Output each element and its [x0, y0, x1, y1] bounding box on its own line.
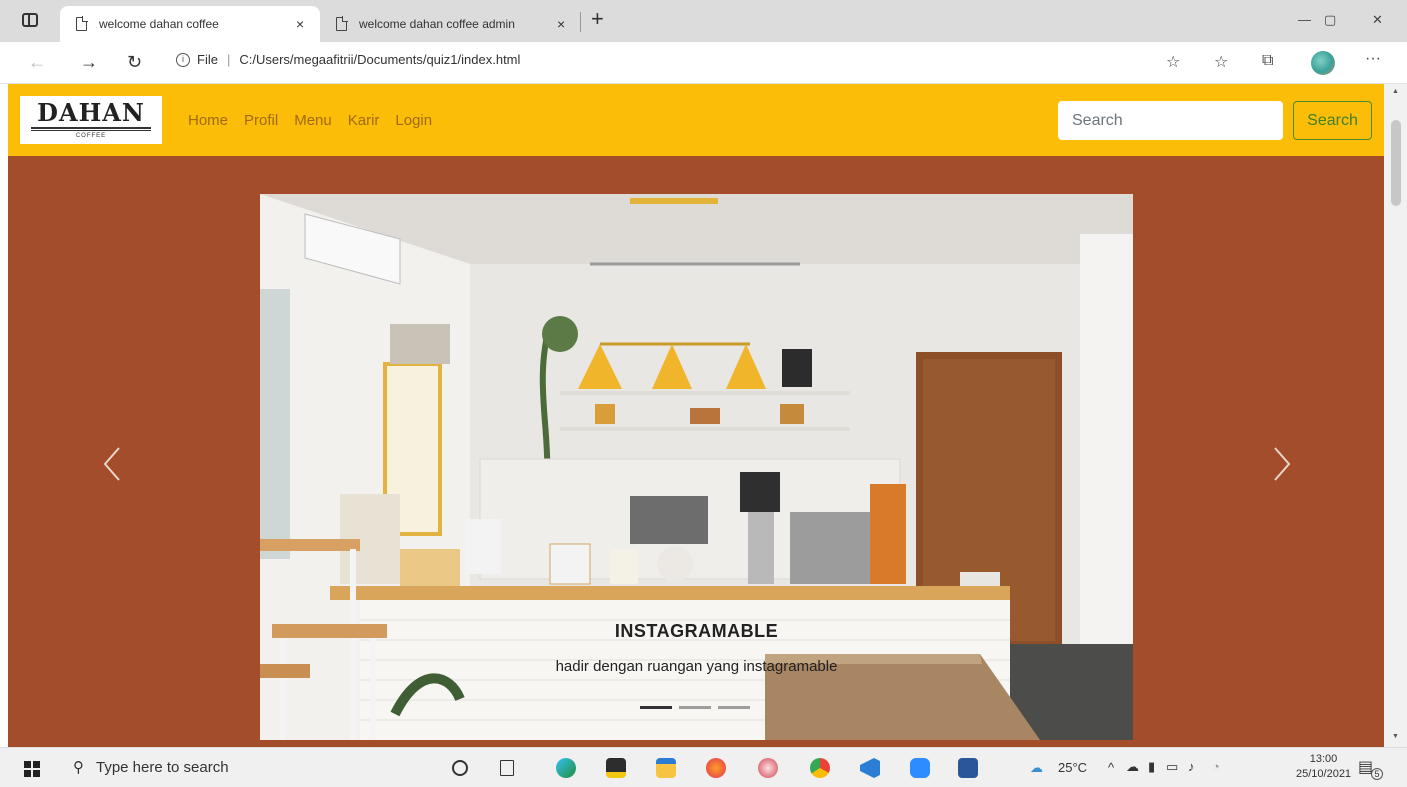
new-tab-button[interactable]: +	[591, 6, 604, 32]
task-view-icon[interactable]	[500, 760, 514, 776]
address-bar[interactable]: i File | C:/Users/megaafitrii/Documents/…	[176, 52, 520, 67]
tab-welcome-dahan-coffee[interactable]: welcome dahan coffee ×	[60, 6, 320, 42]
taskbar-clock[interactable]: 13:00 25/10/2021	[1296, 752, 1351, 782]
browser-toolbar: ← → ↻ i File | C:/Users/megaafitrii/Docu…	[0, 42, 1407, 84]
slide-title: INSTAGRAMABLE	[614, 621, 779, 641]
chevron-right-icon	[1274, 447, 1291, 481]
minimize-button[interactable]: —	[1298, 12, 1311, 27]
web-page: DAHAN COFFEE Home Profil Menu Karir Logi…	[8, 84, 1384, 747]
forward-button[interactable]: →	[80, 52, 98, 73]
taskbar-search[interactable]: ⚲ Type here to search	[73, 758, 229, 777]
weather-temp[interactable]: 25°C	[1058, 760, 1087, 775]
search-input[interactable]	[1058, 101, 1283, 140]
nav-link-karir[interactable]: Karir	[348, 112, 380, 129]
tab-close-icon[interactable]: ×	[296, 16, 304, 32]
logo-rule	[31, 127, 151, 131]
site-navbar: DAHAN COFFEE Home Profil Menu Karir Logi…	[8, 84, 1384, 156]
tab-actions-icon[interactable]	[22, 13, 38, 27]
windows-taskbar: ⚲ Type here to search ☁ 25°C ^ ☁ ▮ ▭ ♪ ◔…	[0, 747, 1407, 787]
notification-badge: 5	[1371, 768, 1383, 780]
wifi-icon[interactable]: ◔	[1212, 759, 1220, 774]
carousel-prev-button[interactable]	[102, 446, 122, 482]
refresh-button[interactable]: ↻	[127, 52, 142, 73]
info-icon[interactable]: i	[176, 52, 190, 67]
tab-welcome-dahan-coffee-admin[interactable]: welcome dahan coffee admin ×	[320, 6, 578, 42]
battery-icon[interactable]: ▭	[1166, 759, 1178, 775]
tab-title: welcome dahan coffee admin	[359, 17, 515, 31]
clock-time: 13:00	[1309, 753, 1338, 765]
close-window-button[interactable]: ✕	[1372, 12, 1383, 28]
clock-date: 25/10/2021	[1296, 768, 1352, 780]
microphone-icon[interactable]: ▮	[1148, 759, 1155, 775]
firefox-icon[interactable]	[706, 758, 726, 778]
favorite-add-icon[interactable]: ☆	[1166, 52, 1180, 72]
search-button[interactable]: Search	[1293, 101, 1372, 140]
carousel-indicator-3[interactable]	[718, 706, 750, 709]
windows-start-button[interactable]	[24, 761, 40, 777]
carousel-next-button[interactable]	[1272, 446, 1292, 482]
nav-link-home[interactable]: Home	[188, 112, 228, 129]
word-icon[interactable]	[958, 758, 978, 778]
profile-avatar[interactable]	[1311, 51, 1335, 75]
nav-link-profil[interactable]: Profil	[244, 112, 278, 129]
collections-icon[interactable]: ⧉	[1262, 52, 1273, 70]
snipping-icon[interactable]	[758, 758, 778, 778]
volume-icon[interactable]: ♪	[1188, 759, 1195, 774]
url-text[interactable]: C:/Users/megaafitrii/Documents/quiz1/ind…	[239, 52, 520, 67]
nav-links: Home Profil Menu Karir Login	[188, 112, 448, 129]
edge-icon[interactable]	[556, 758, 576, 778]
back-button[interactable]: ←	[28, 52, 46, 73]
tab-separator	[580, 12, 581, 32]
nav-link-menu[interactable]: Menu	[294, 112, 332, 129]
page-scrollbar[interactable]: ▲ ▼	[1384, 84, 1407, 747]
carousel-indicator-2[interactable]	[679, 706, 711, 709]
tab-close-icon[interactable]: ×	[557, 16, 565, 32]
taskbar-search-placeholder: Type here to search	[96, 758, 229, 776]
protocol-label: File	[197, 52, 218, 67]
maximize-button[interactable]: ▢	[1324, 12, 1336, 28]
scroll-down-icon[interactable]: ▼	[1392, 733, 1399, 740]
scroll-up-icon[interactable]: ▲	[1392, 88, 1399, 95]
chevron-left-icon	[103, 447, 120, 481]
carousel-indicator-1[interactable]	[640, 706, 672, 709]
scroll-thumb[interactable]	[1391, 120, 1401, 206]
zoom-icon[interactable]	[910, 758, 930, 778]
nav-link-login[interactable]: Login	[395, 112, 432, 129]
slide-text: hadir dengan ruangan yang instagramable	[555, 658, 838, 675]
more-icon[interactable]: ···	[1365, 50, 1381, 68]
search-icon: ⚲	[73, 759, 84, 776]
browser-tab-bar: welcome dahan coffee × welcome dahan cof…	[0, 0, 1407, 42]
file-explorer-icon[interactable]	[656, 758, 676, 778]
onedrive-icon[interactable]: ☁	[1126, 759, 1139, 775]
cortana-icon[interactable]	[452, 760, 468, 776]
favorites-icon[interactable]: ☆	[1214, 52, 1228, 72]
site-logo[interactable]: DAHAN COFFEE	[20, 96, 162, 144]
carousel: INSTAGRAMABLE hadir dengan ruangan yang …	[260, 194, 1133, 740]
page-icon	[336, 16, 348, 31]
address-separator: |	[226, 52, 231, 67]
page-icon	[76, 16, 88, 31]
weather-icon[interactable]: ☁	[1030, 760, 1043, 776]
logo-word: DAHAN	[37, 98, 145, 127]
vscode-icon[interactable]	[860, 758, 880, 778]
sticky-icon[interactable]	[606, 758, 626, 778]
logo-sub: COFFEE	[75, 133, 107, 139]
carousel-indicators	[640, 706, 757, 709]
chrome-icon[interactable]	[810, 758, 830, 778]
tab-title: welcome dahan coffee	[99, 17, 219, 31]
tray-chevron-icon[interactable]: ^	[1108, 760, 1114, 775]
